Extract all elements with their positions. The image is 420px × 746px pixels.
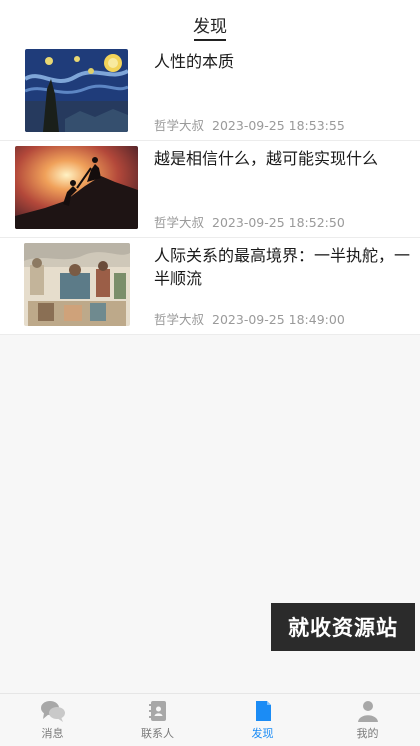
bottom-tab-bar: 消息 联系人 发现 我的 [0, 693, 420, 746]
article-author: 哲学大叔 [154, 118, 205, 133]
document-icon [255, 701, 271, 721]
article-thumbnail-starry-night [25, 49, 128, 132]
page-title: 发现 [193, 17, 227, 37]
article-meta: 哲学大叔 2023-09-25 18:52:50 [154, 212, 345, 231]
article-title[interactable]: 越是相信什么，越可能实现什么 [154, 147, 410, 170]
tab-me[interactable]: 我的 [315, 694, 420, 746]
article-author: 哲学大叔 [154, 312, 205, 327]
article-meta: 哲学大叔 2023-09-25 18:49:00 [154, 309, 345, 328]
article-title[interactable]: 人性的本质 [154, 50, 410, 73]
chat-bubbles-icon [40, 701, 65, 722]
tab-label: 消息 [41, 727, 64, 740]
contacts-book-icon [148, 701, 166, 721]
article-time: 2023-09-25 18:52:50 [212, 215, 345, 230]
tab-messages[interactable]: 消息 [0, 694, 105, 746]
article-item[interactable]: 人性的本质 哲学大叔 2023-09-25 18:53:55 [0, 44, 420, 141]
watermark-badge: 就收资源站 [271, 603, 415, 651]
article-title[interactable]: 人际关系的最高境界：一半执舵，一半顺流 [154, 244, 410, 290]
article-item[interactable]: 人际关系的最高境界：一半执舵，一半顺流 哲学大叔 2023-09-25 18:49… [0, 238, 420, 335]
tab-contacts[interactable]: 联系人 [105, 694, 210, 746]
article-feed: 人性的本质 哲学大叔 2023-09-25 18:53:55 越是相信什么，越可… [0, 44, 420, 335]
article-thumbnail-climbers [15, 146, 138, 229]
title-underline [194, 39, 226, 41]
article-item[interactable]: 越是相信什么，越可能实现什么 哲学大叔 2023-09-25 18:52:50 [0, 141, 420, 238]
article-time: 2023-09-25 18:49:00 [212, 312, 345, 327]
top-header: 发现 [0, 0, 420, 44]
tab-discover[interactable]: 发现 [210, 694, 315, 746]
tab-label: 我的 [356, 727, 379, 740]
article-thumbnail-painting [24, 243, 130, 326]
article-author: 哲学大叔 [154, 215, 205, 230]
tab-label: 发现 [251, 727, 274, 740]
article-time: 2023-09-25 18:53:55 [212, 118, 345, 133]
tab-label: 联系人 [141, 727, 174, 740]
person-icon [357, 701, 378, 722]
article-meta: 哲学大叔 2023-09-25 18:53:55 [154, 115, 345, 134]
